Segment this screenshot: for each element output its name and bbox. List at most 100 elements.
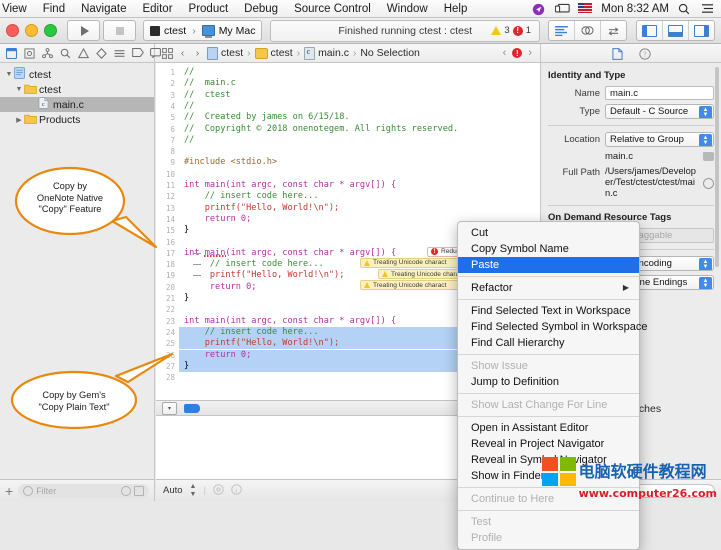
inspector-scrollbar[interactable] — [715, 67, 719, 267]
callout-text: Copy by Gem's"Copy Plain Text" — [18, 390, 130, 413]
warning-icon — [364, 282, 370, 288]
context-menu-item-cut[interactable]: Cut — [458, 225, 639, 241]
next-issue-icon[interactable]: › — [528, 47, 532, 59]
symbol-navigator-icon[interactable] — [42, 48, 53, 59]
grid-icon[interactable] — [162, 48, 173, 59]
breadcrumb-label: main.c — [318, 47, 349, 59]
source-control-filter-icon[interactable] — [134, 486, 144, 496]
context-menu-item-reveal-project-nav[interactable]: Reveal in Project Navigator — [458, 436, 639, 452]
file-inspector-icon[interactable] — [612, 48, 623, 59]
stepper-icon[interactable]: ▲▼ — [699, 106, 712, 119]
navigator-row-products[interactable]: ▶ Products — [0, 112, 154, 127]
search-icon[interactable] — [678, 3, 692, 15]
line-number: 19 — [156, 270, 179, 281]
navigator-row-main-c[interactable]: c main.c — [0, 97, 154, 112]
auto-stepper-icon[interactable]: ▲▼ — [190, 483, 197, 499]
menu-item-source-control[interactable]: Source Control — [286, 0, 379, 18]
toggle-navigator-button[interactable] — [637, 21, 663, 40]
choose-folder-icon[interactable] — [703, 152, 714, 161]
context-menu-item-copy-symbol-name[interactable]: Copy Symbol Name — [458, 241, 639, 257]
zoom-button[interactable] — [44, 24, 57, 37]
screen-share-icon[interactable] — [555, 3, 569, 15]
reveal-path-icon[interactable] — [703, 178, 714, 189]
location-select[interactable]: Relative to Group ▲▼ — [605, 132, 714, 147]
navigator-row-group[interactable]: ▼ ctest — [0, 82, 154, 97]
quick-help-icon[interactable]: ? — [639, 48, 650, 59]
stop-button[interactable] — [103, 20, 136, 41]
menu-item-navigate[interactable]: Navigate — [73, 0, 134, 18]
stepper-icon[interactable]: ▲▼ — [699, 277, 712, 290]
menu-item-editor[interactable]: Editor — [134, 0, 180, 18]
navigator-filter-input[interactable]: Filter — [18, 484, 149, 498]
breadcrumb-item-project[interactable]: ctest — [207, 47, 243, 60]
back-chevron-icon[interactable]: ‹ — [177, 48, 188, 59]
scheme-selector[interactable]: ctest › My Mac — [143, 20, 262, 41]
type-select[interactable]: Default - C Source ▲▼ — [605, 104, 714, 119]
info-icon[interactable]: i — [231, 484, 242, 498]
debug-navigator-icon[interactable] — [114, 48, 125, 59]
forward-chevron-icon[interactable]: › — [192, 48, 203, 59]
project-icon — [14, 67, 26, 82]
editor-mode-segmented[interactable] — [548, 20, 627, 41]
stepper-icon[interactable]: ▲▼ — [699, 258, 712, 271]
issue-counts[interactable]: 3 ! 1 — [491, 25, 531, 36]
minimize-button[interactable] — [25, 24, 38, 37]
name-field[interactable]: main.c — [605, 86, 714, 100]
stepper-icon[interactable]: ▲▼ — [699, 134, 712, 147]
eye-icon[interactable] — [213, 484, 224, 498]
location-icon[interactable] — [532, 3, 546, 15]
project-navigator-icon[interactable] — [6, 48, 17, 59]
toggle-inspector-button[interactable] — [689, 21, 714, 40]
context-menu-item-find-selected-symbol[interactable]: Find Selected Symbol in Workspace — [458, 319, 639, 335]
breadcrumb-item-file[interactable]: main.c — [304, 47, 349, 60]
menu-item-view[interactable]: View — [0, 0, 35, 18]
context-menu-item-refactor[interactable]: Refactor ▶ — [458, 280, 639, 296]
fixit-dash — [193, 275, 201, 276]
context-menu-item-jump-to-definition[interactable]: Jump to Definition — [458, 374, 639, 390]
context-menu-item-find-call-hierarchy[interactable]: Find Call Hierarchy — [458, 335, 639, 351]
source-control-navigator-icon[interactable] — [24, 48, 35, 59]
menu-item-window[interactable]: Window — [379, 0, 436, 18]
version-editor-button[interactable] — [601, 21, 626, 40]
breadcrumb-item-folder[interactable]: ctest — [255, 47, 293, 59]
pane-toggles-segmented[interactable] — [636, 20, 715, 41]
windows-logo-icon — [542, 457, 576, 486]
test-navigator-icon[interactable] — [96, 48, 107, 59]
navigator-row-project[interactable]: ▼ ctest — [0, 67, 154, 82]
previous-issue-icon[interactable]: ‹ — [503, 47, 507, 59]
flag-icon[interactable] — [578, 3, 592, 15]
issue-text: Treating Unicode charact — [373, 282, 446, 289]
code-line: // — [179, 101, 540, 112]
menu-item-product[interactable]: Product — [181, 0, 237, 18]
breakpoint-navigator-icon[interactable] — [132, 48, 143, 59]
issue-navigator-icon[interactable] — [78, 48, 89, 59]
inspector-pane-icon — [694, 25, 709, 37]
assistant-editor-button[interactable] — [575, 21, 601, 40]
error-icon: ! — [431, 248, 438, 255]
menu-item-help[interactable]: Help — [436, 0, 476, 18]
auto-label[interactable]: Auto — [163, 485, 183, 496]
menu-item-find[interactable]: Find — [35, 0, 73, 18]
activity-status-view[interactable]: Finished running ctest : ctest 3 ! 1 — [270, 20, 540, 42]
control-center-icon[interactable] — [701, 3, 715, 15]
menu-bar-clock[interactable]: Mon 8:32 AM — [601, 3, 669, 15]
menu-item-debug[interactable]: Debug — [236, 0, 286, 18]
standard-editor-button[interactable] — [549, 21, 575, 40]
disclosure-triangle-icon[interactable]: ▼ — [14, 86, 24, 93]
disclosure-triangle-icon[interactable]: ▶ — [14, 116, 24, 124]
disclosure-triangle-icon[interactable]: ▼ — [4, 71, 14, 78]
recent-files-icon[interactable] — [121, 486, 131, 496]
run-button[interactable] — [67, 20, 100, 41]
issue-stepper[interactable]: ‹ ! › — [503, 47, 540, 59]
context-menu-item-find-selected-text[interactable]: Find Selected Text in Workspace — [458, 303, 639, 319]
context-menu-item-paste[interactable]: Paste — [458, 257, 639, 273]
context-menu-item-open-in-assistant[interactable]: Open in Assistant Editor — [458, 420, 639, 436]
toggle-debug-area-button[interactable] — [663, 21, 689, 40]
close-button[interactable] — [6, 24, 19, 37]
toolbar-right-group — [548, 20, 715, 41]
breadcrumb-item-selection[interactable]: No Selection — [360, 47, 420, 59]
find-navigator-icon[interactable] — [60, 48, 71, 59]
code-line: printf("Hello, World!\n"); — [179, 203, 540, 214]
add-file-button[interactable]: + — [5, 486, 13, 496]
inspector-field-location: Location Relative to Group ▲▼ — [548, 132, 714, 147]
